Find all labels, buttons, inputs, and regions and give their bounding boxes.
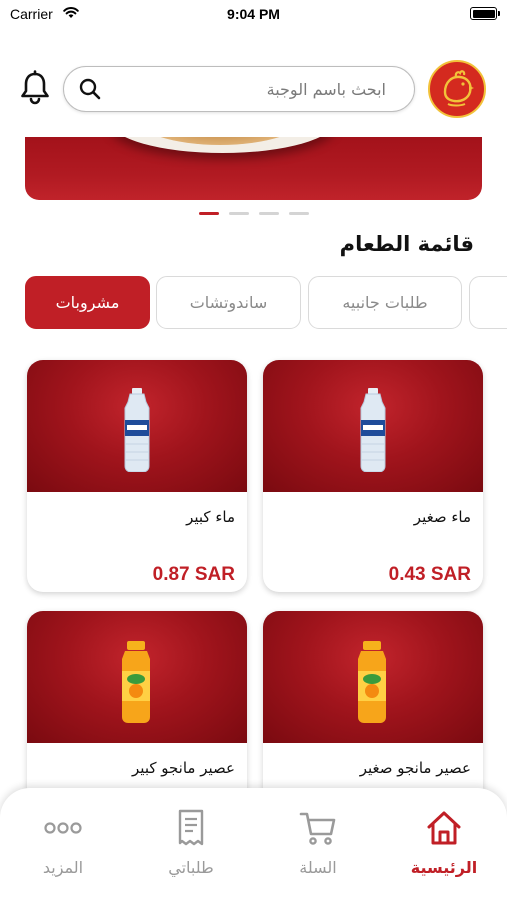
product-image xyxy=(263,611,483,743)
bell-icon[interactable] xyxy=(18,70,52,106)
nav-more[interactable]: المزيد xyxy=(13,808,113,877)
carousel-dot[interactable] xyxy=(289,212,309,215)
carousel-dot[interactable] xyxy=(259,212,279,215)
nav-home-label: الرئيسية xyxy=(410,858,478,877)
clock: 9:04 PM xyxy=(227,6,280,22)
tab-sandwiches[interactable]: ساندوتشات xyxy=(156,276,301,329)
brand-logo[interactable] xyxy=(428,60,486,118)
promo-banner[interactable] xyxy=(25,137,482,200)
nav-orders[interactable]: طلباتي xyxy=(141,808,241,877)
product-name: عصير مانجو صغير xyxy=(359,759,471,777)
nav-cart[interactable]: السلة xyxy=(268,808,368,877)
nav-home[interactable]: الرئيسية xyxy=(394,808,494,877)
chicken-logo-icon xyxy=(443,70,474,107)
juice-bottle-icon xyxy=(122,641,150,723)
search-input[interactable] xyxy=(112,67,386,111)
water-bottle-icon xyxy=(360,388,386,472)
more-icon xyxy=(44,822,82,834)
category-tabs: مشروبات ساندوتشات طلبات جانبيه xyxy=(0,276,507,330)
cart-icon xyxy=(299,812,336,845)
product-name: ماء كبير xyxy=(186,508,235,526)
product-name: عصير مانجو كبير xyxy=(132,759,235,777)
carousel-dot[interactable] xyxy=(229,212,249,215)
tab-side-orders[interactable]: طلبات جانبيه xyxy=(308,276,462,329)
tab-more-categories[interactable] xyxy=(469,276,507,329)
nav-more-label: المزيد xyxy=(42,858,84,877)
juice-bottle-icon xyxy=(358,641,386,723)
bottom-navigation: الرئيسية السلة طلباتي المزيد xyxy=(0,788,507,900)
product-price: 0.87 SAR xyxy=(152,564,235,585)
tab-drinks[interactable]: مشروبات xyxy=(25,276,150,329)
product-price: 0.43 SAR xyxy=(388,564,471,585)
header xyxy=(0,58,507,120)
receipt-icon xyxy=(178,809,204,846)
product-card-small-water[interactable]: ماء صغير 0.43 SAR xyxy=(263,360,483,592)
nav-orders-label: طلباتي xyxy=(168,858,214,877)
home-icon xyxy=(427,811,461,845)
search-icon[interactable] xyxy=(78,77,102,101)
battery-icon xyxy=(470,7,500,20)
carousel-indicator xyxy=(199,212,311,216)
product-image xyxy=(27,360,247,492)
status-bar: Carrier 9:04 PM xyxy=(0,0,507,30)
search-bar[interactable] xyxy=(63,66,415,112)
water-bottle-icon xyxy=(124,388,150,472)
nav-cart-label: السلة xyxy=(299,858,337,877)
menu-title: قائمة الطعام xyxy=(339,232,474,256)
product-name: ماء صغير xyxy=(413,508,471,526)
product-image xyxy=(263,360,483,492)
product-image xyxy=(27,611,247,743)
product-card-large-water[interactable]: ماء كبير 0.87 SAR xyxy=(27,360,247,592)
carousel-dot[interactable] xyxy=(199,212,219,215)
